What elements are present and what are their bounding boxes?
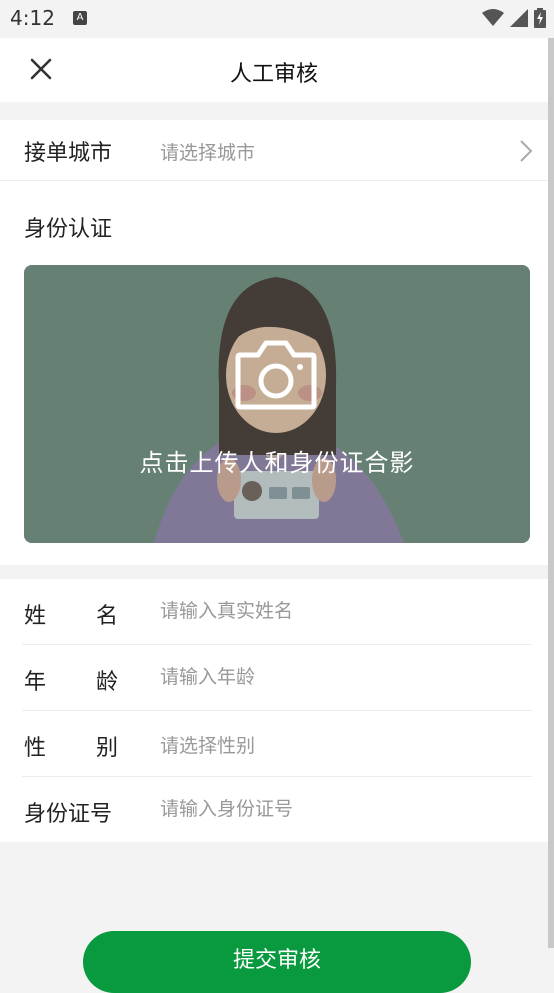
camera-icon bbox=[235, 340, 317, 410]
age-input[interactable] bbox=[160, 657, 520, 697]
identity-section-title: 身份认证 bbox=[24, 217, 113, 242]
page-title: 人工审核 bbox=[229, 62, 318, 87]
wifi-icon bbox=[482, 9, 504, 26]
name-input[interactable] bbox=[160, 591, 520, 631]
chevron-right-icon bbox=[520, 140, 533, 162]
id-number-label: 身份证号 bbox=[24, 802, 113, 827]
city-label: 接单城市 bbox=[24, 141, 113, 166]
photo-upload-area[interactable]: 点击上传人和身份证合影 bbox=[24, 265, 530, 543]
name-label: 姓 名 bbox=[24, 604, 118, 629]
personal-info-form: 姓 名 年 龄 性 别 请选择性别 身份证号 bbox=[0, 579, 548, 842]
gender-row[interactable]: 性 别 请选择性别 bbox=[0, 711, 548, 776]
upload-hint: 点击上传人和身份证合影 bbox=[139, 449, 415, 477]
id-number-row: 身份证号 bbox=[0, 777, 548, 842]
name-row: 姓 名 bbox=[0, 579, 548, 644]
id-number-input[interactable] bbox=[160, 789, 520, 829]
identity-section: 身份认证 点击上传人和身份证合影 bbox=[0, 181, 548, 565]
city-placeholder: 请选择城市 bbox=[160, 142, 256, 164]
gender-label: 性 别 bbox=[24, 736, 118, 761]
status-time: 4:12 bbox=[10, 6, 55, 30]
status-icons bbox=[482, 8, 546, 28]
notification-icon: A bbox=[73, 11, 87, 25]
signal-icon bbox=[510, 9, 528, 27]
age-row: 年 龄 bbox=[0, 645, 548, 710]
battery-icon bbox=[534, 8, 546, 28]
gender-select[interactable]: 请选择性别 bbox=[160, 731, 255, 758]
age-label: 年 龄 bbox=[24, 670, 118, 695]
city-selector[interactable]: 接单城市 请选择城市 bbox=[0, 120, 548, 180]
scrollbar[interactable] bbox=[548, 38, 554, 948]
status-bar: 4:12 A bbox=[0, 0, 554, 38]
header: 人工审核 bbox=[0, 38, 548, 102]
